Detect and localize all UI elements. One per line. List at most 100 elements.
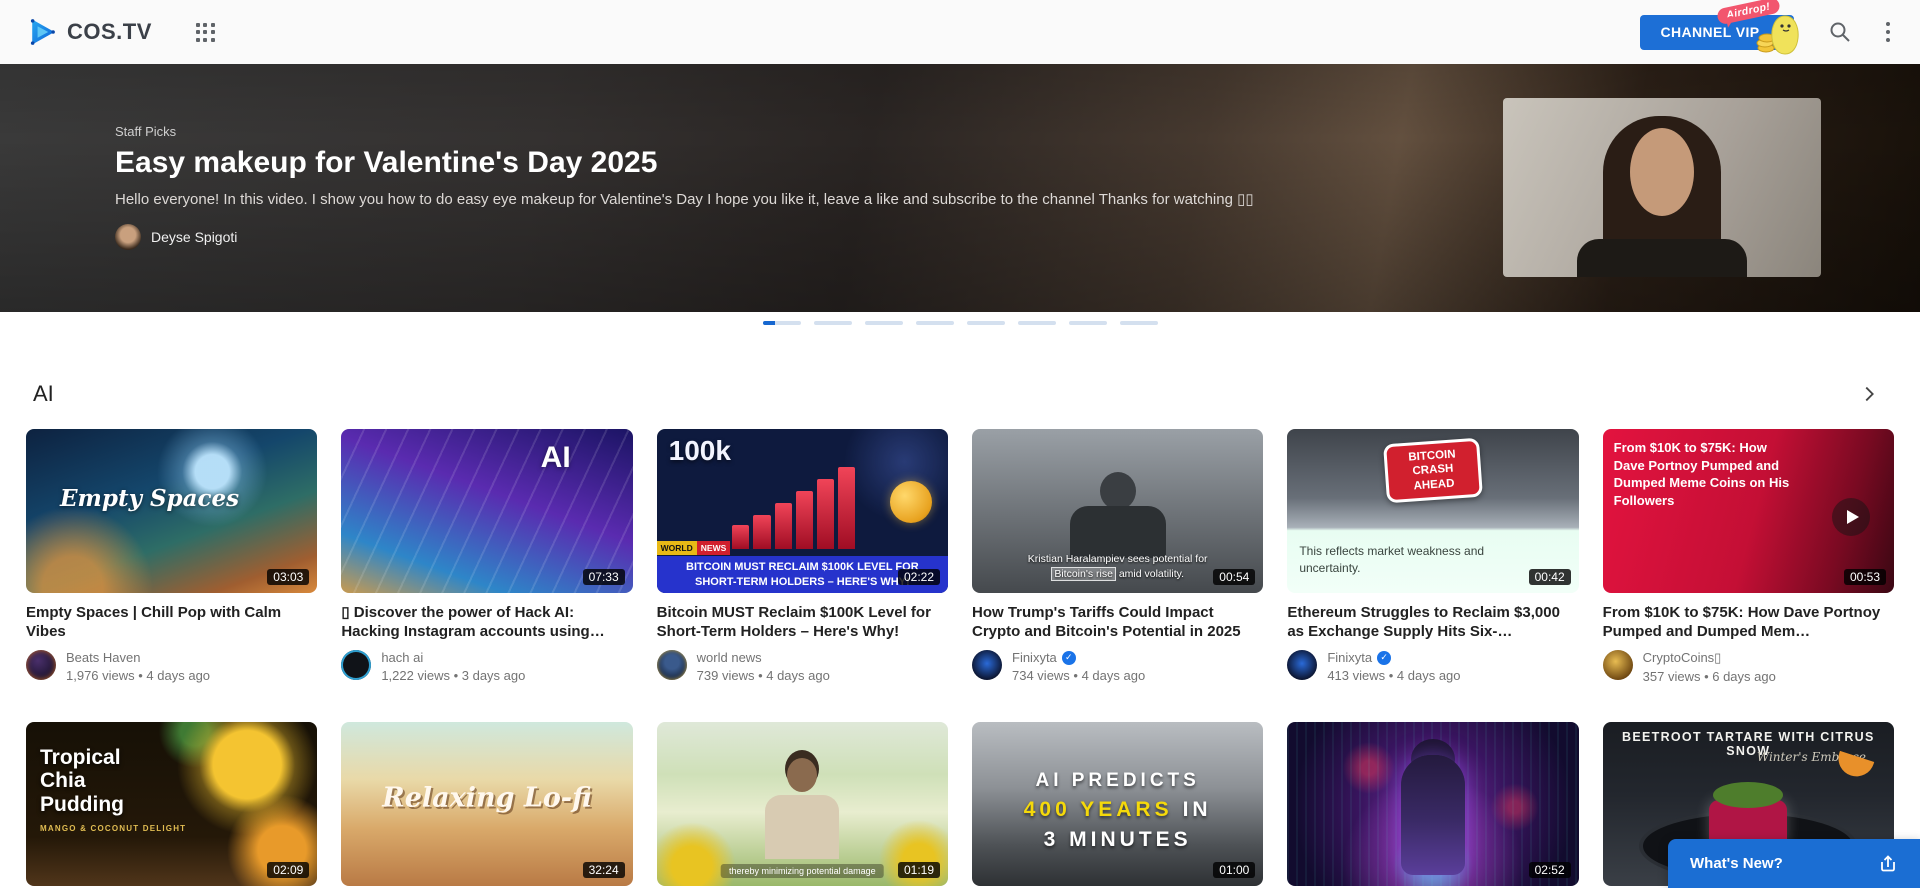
thumb-overlay-text: AI PREDICTS 400 YEARSIN 3 MINUTES	[972, 770, 1263, 852]
video-thumbnail[interactable]: BITCOIN CRASH AHEAD This reflects market…	[1287, 429, 1578, 593]
apps-grid-icon[interactable]	[196, 23, 215, 42]
chart-bars-graphic	[732, 464, 854, 549]
video-title[interactable]: Bitcoin MUST Reclaim $100K Level for Sho…	[657, 603, 948, 641]
thumb-overlay-text: TropicalChiaPudding	[40, 746, 124, 815]
carousel-dot-4[interactable]	[916, 321, 954, 325]
video-card[interactable]: 02:52	[1287, 722, 1578, 886]
duration-badge: 32:24	[583, 862, 625, 878]
costv-logo[interactable]: COS.TV	[26, 16, 152, 48]
thumb-caption: thereby minimizing potential damage	[721, 864, 884, 878]
duration-badge: 00:42	[1529, 569, 1571, 585]
channel-avatar[interactable]	[1287, 650, 1317, 680]
video-thumbnail[interactable]: Empty Spaces 03:03	[26, 429, 317, 593]
channel-name[interactable]: world news	[697, 650, 830, 665]
video-title[interactable]: From $10K to $75K: How Dave Portnoy Pump…	[1603, 603, 1894, 641]
video-title[interactable]: ▯ Discover the power of Hack AI: Hacking…	[341, 603, 632, 641]
hero-channel-avatar	[115, 224, 141, 250]
duration-badge: 00:53	[1844, 569, 1886, 585]
duration-badge: 03:03	[267, 569, 309, 585]
duration-badge: 02:09	[267, 862, 309, 878]
video-thumbnail[interactable]: From $10K to $75K: How Dave Portnoy Pump…	[1603, 429, 1894, 593]
channel-name[interactable]: hach ai	[381, 650, 525, 665]
channel-avatar[interactable]	[26, 650, 56, 680]
hero-channel-link[interactable]: Deyse Spigoti	[115, 224, 1254, 250]
video-thumbnail[interactable]: 100k WORLDNEWS BITCOIN MUST RECLAIM $100…	[657, 429, 948, 593]
thumb-overlay-text: AI	[541, 441, 571, 475]
video-meta: 1,222 views • 3 days ago	[381, 668, 525, 683]
video-thumbnail[interactable]: Relaxing Lo-fi 32:24	[341, 722, 632, 886]
section-title-ai[interactable]: AI	[33, 381, 54, 407]
carousel-dot-7[interactable]	[1069, 321, 1107, 325]
video-thumbnail[interactable]: thereby minimizing potential damage 01:1…	[657, 722, 948, 886]
video-card[interactable]: Kristian Haralampiev sees potential for …	[972, 429, 1263, 684]
play-button-icon	[1832, 498, 1870, 536]
video-thumbnail[interactable]: Kristian Haralampiev sees potential for …	[972, 429, 1263, 593]
video-card[interactable]: 100k WORLDNEWS BITCOIN MUST RECLAIM $100…	[657, 429, 948, 684]
channel-avatar[interactable]	[341, 650, 371, 680]
video-thumbnail[interactable]: AI PREDICTS 400 YEARSIN 3 MINUTES 01:00	[972, 722, 1263, 886]
mascot-icon	[1752, 10, 1804, 56]
hero-description: Hello everyone! In this video. I show yo…	[115, 190, 1254, 208]
video-meta: 1,976 views • 4 days ago	[66, 668, 210, 683]
hero-channel-name: Deyse Spigoti	[151, 229, 237, 245]
duration-badge: 01:19	[898, 862, 940, 878]
video-title[interactable]: Empty Spaces | Chill Pop with Calm Vibes	[26, 603, 317, 641]
chevron-right-icon[interactable]	[1858, 383, 1880, 405]
search-icon[interactable]	[1828, 20, 1852, 44]
bitcoin-coin-graphic	[890, 481, 932, 523]
carousel-dot-6[interactable]	[1018, 321, 1056, 325]
video-card[interactable]: thereby minimizing potential damage 01:1…	[657, 722, 948, 886]
top-navbar: COS.TV CHANNEL VIP Airdrop!	[0, 0, 1920, 64]
carousel-dot-1[interactable]	[763, 321, 801, 325]
video-thumbnail[interactable]: AI 07:33	[341, 429, 632, 593]
video-thumbnail[interactable]: TropicalChiaPudding MANGO & COCONUT DELI…	[26, 722, 317, 886]
duration-badge: 02:52	[1529, 862, 1571, 878]
channel-avatar[interactable]	[1603, 650, 1633, 680]
channel-avatar[interactable]	[657, 650, 687, 680]
video-card[interactable]: TropicalChiaPudding MANGO & COCONUT DELI…	[26, 722, 317, 886]
whats-new-label: What's New?	[1690, 855, 1783, 872]
video-card[interactable]: Empty Spaces 03:03 Empty Spaces | Chill …	[26, 429, 317, 684]
carousel-dot-8[interactable]	[1120, 321, 1158, 325]
video-card[interactable]: From $10K to $75K: How Dave Portnoy Pump…	[1603, 429, 1894, 684]
video-meta: 413 views • 4 days ago	[1327, 668, 1460, 683]
video-card[interactable]: Relaxing Lo-fi 32:24	[341, 722, 632, 886]
hero-carousel-pagination	[0, 321, 1920, 325]
video-card[interactable]: BITCOIN CRASH AHEAD This reflects market…	[1287, 429, 1578, 684]
thumb-overlay-subtext: MANGO & COCONUT DELIGHT	[40, 824, 186, 833]
video-title[interactable]: Ethereum Struggles to Reclaim $3,000 as …	[1287, 603, 1578, 641]
carousel-dot-5[interactable]	[967, 321, 1005, 325]
thumb-caption: This reflects market weakness and uncert…	[1299, 543, 1517, 577]
portrait-shoulders	[1577, 239, 1747, 277]
duration-badge: 00:54	[1213, 569, 1255, 585]
thumb-overlay-text: 100k	[669, 435, 731, 467]
open-panel-icon[interactable]	[1878, 854, 1898, 874]
video-thumbnail[interactable]: 02:52	[1287, 722, 1578, 886]
whats-new-bar[interactable]: What's New?	[1668, 839, 1920, 888]
video-grid-row1: Empty Spaces 03:03 Empty Spaces | Chill …	[0, 429, 1920, 684]
video-card[interactable]: AI 07:33 ▯ Discover the power of Hack AI…	[341, 429, 632, 684]
video-meta: 357 views • 6 days ago	[1643, 669, 1776, 684]
speaker-figure	[1070, 506, 1166, 558]
neon-figure	[1401, 755, 1465, 875]
hero-video-thumbnail[interactable]	[1503, 98, 1821, 277]
portrait-face	[1630, 128, 1694, 216]
carousel-dot-3[interactable]	[865, 321, 903, 325]
channel-name[interactable]: Finixyta✓	[1012, 650, 1145, 665]
hero-title[interactable]: Easy makeup for Valentine's Day 2025	[115, 146, 1254, 180]
more-menu-icon[interactable]	[1882, 18, 1895, 47]
thumb-overlay-text: Relaxing Lo-fi	[382, 782, 591, 813]
thumb-overlay-text: From $10K to $75K: How Dave Portnoy Pump…	[1614, 439, 1800, 509]
garnish-graphic	[1713, 782, 1783, 808]
channel-name[interactable]: CryptoCoins▯	[1643, 650, 1776, 666]
carousel-dot-2[interactable]	[814, 321, 852, 325]
video-title[interactable]: How Trump's Tariffs Could Impact Crypto …	[972, 603, 1263, 641]
video-card[interactable]: AI PREDICTS 400 YEARSIN 3 MINUTES 01:00	[972, 722, 1263, 886]
channel-name[interactable]: Beats Haven	[66, 650, 210, 665]
play-triangle-icon	[26, 16, 58, 48]
channel-avatar[interactable]	[972, 650, 1002, 680]
channel-vip-button[interactable]: CHANNEL VIP Airdrop!	[1640, 15, 1793, 50]
hero-banner: Staff Picks Easy makeup for Valentine's …	[0, 64, 1920, 312]
channel-name[interactable]: Finixyta✓	[1327, 650, 1460, 665]
duration-badge: 02:22	[898, 569, 940, 585]
